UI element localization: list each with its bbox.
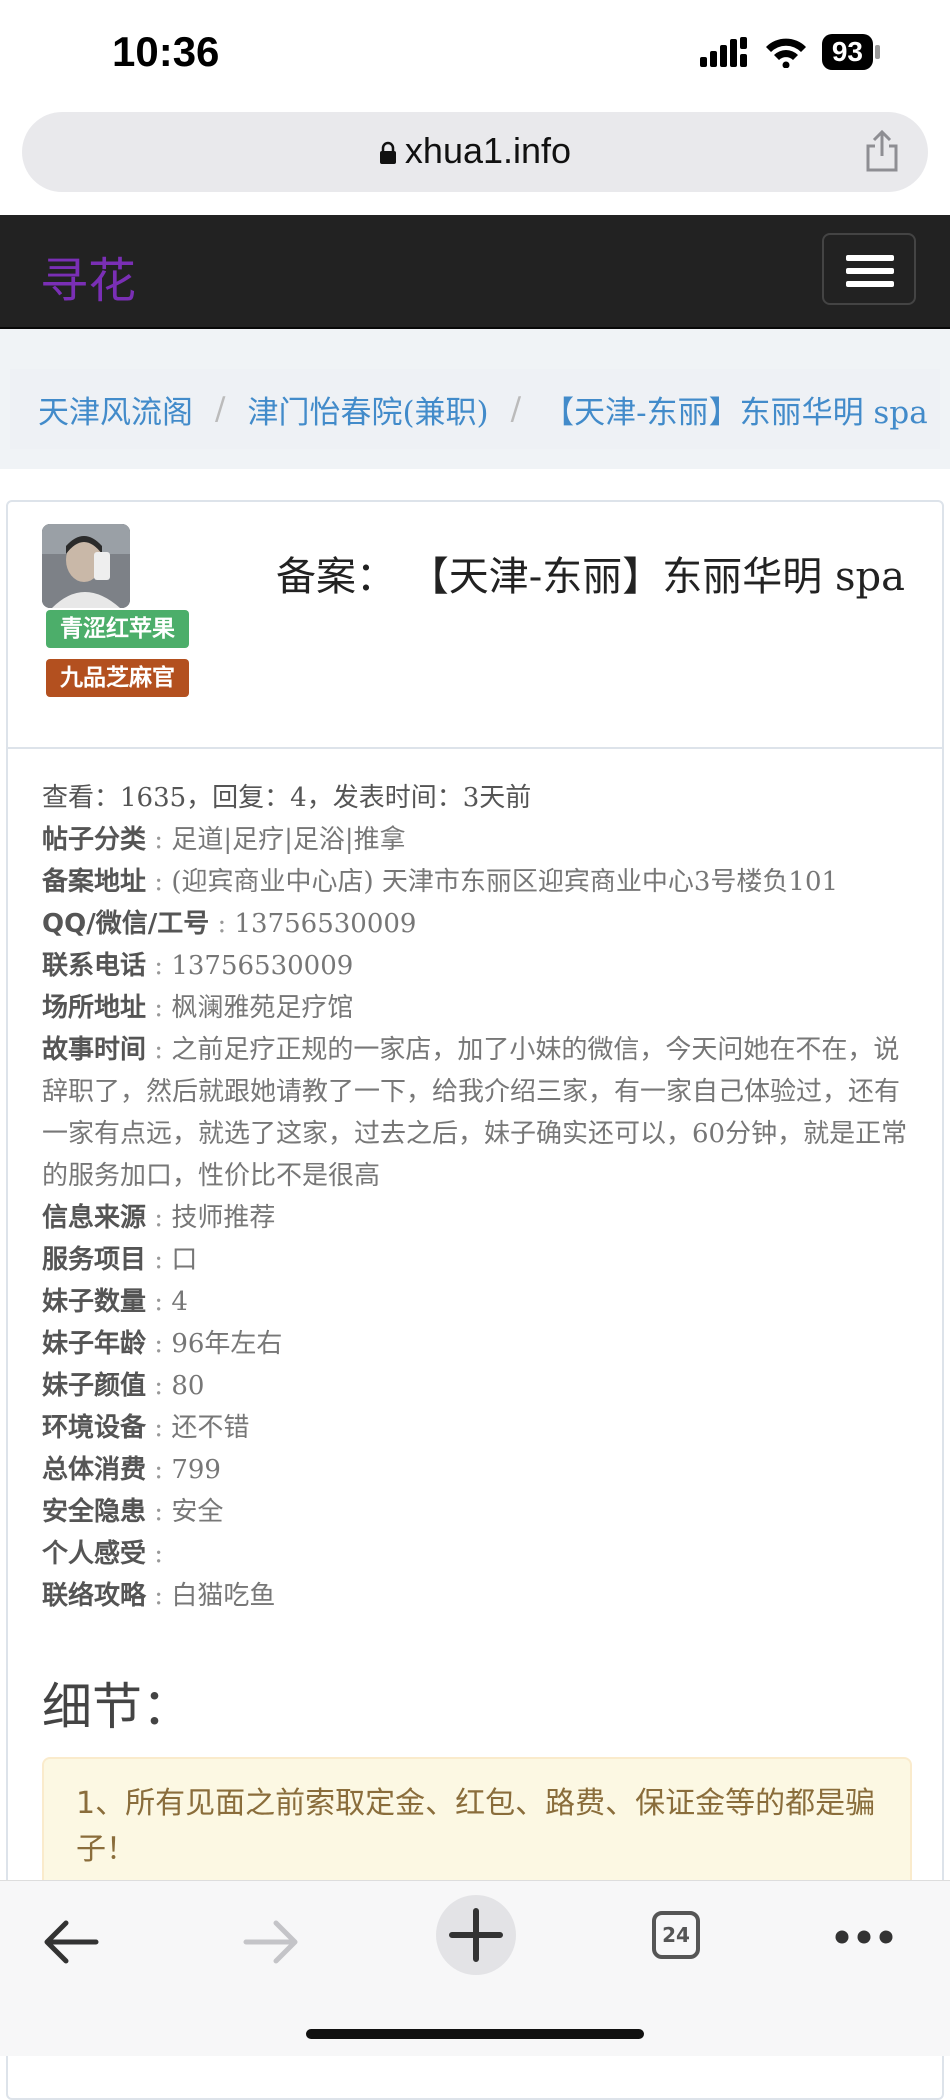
- field-key: 场所地址: [42, 993, 147, 1023]
- wifi-icon: [765, 38, 806, 68]
- field-key: 安全隐患: [42, 1497, 147, 1527]
- breadcrumb-separator: /: [215, 391, 226, 427]
- status-time: 10:36: [112, 28, 220, 75]
- hamburger-icon-bar: [846, 268, 894, 274]
- field-value: 技师推荐: [171, 1203, 276, 1233]
- breadcrumb-separator: /: [510, 391, 522, 427]
- field-value: 足道|足疗|足浴|推拿: [171, 825, 406, 855]
- more-icon[interactable]: [834, 1929, 894, 1945]
- breadcrumb-item-forum[interactable]: 天津风流阁: [38, 387, 193, 432]
- field-row: 备案地址 : (迎宾商业中心店) 天津市东丽区迎宾商业中心3号楼负101: [42, 867, 839, 897]
- battery-icon: [875, 45, 880, 59]
- details-heading: 细节：: [42, 1678, 192, 1736]
- field-row: 联系电话 : 13756530009: [42, 951, 354, 981]
- field-key: 服务项目: [42, 1245, 147, 1275]
- field-value: 96年左右: [171, 1329, 283, 1359]
- field-key: QQ/微信/工号: [42, 909, 210, 939]
- field-key: 备案地址: [42, 867, 147, 897]
- field-row: 场所地址 : 枫澜雅苑足疗馆: [42, 993, 354, 1023]
- field-row: 帖子分类 : 足道|足疗|足浴|推拿: [42, 825, 406, 855]
- hamburger-icon: [846, 255, 894, 261]
- post-card: 青涩红苹果 九品芝麻官 备案： 【天津-东丽】东丽华明 spa 查看：1635，…: [6, 500, 944, 2100]
- field-row: 故事时间 : 之前足疗正规的一家店，加了小妹的微信，今天问她在不在，说辞职了，然…: [42, 1035, 908, 1191]
- plus-icon: [449, 1908, 503, 1962]
- field-row: 妹子年龄 : 96年左右: [42, 1329, 283, 1359]
- post-meta: 查看：1635，回复：4，发表时间：3天前: [42, 783, 532, 813]
- url-display[interactable]: xhua1.info: [22, 130, 928, 172]
- post-title: 备案： 【天津-东丽】东丽华明 spa: [276, 544, 905, 602]
- field-row: 妹子颜值 : 80: [42, 1371, 205, 1401]
- avatar-image: [42, 524, 130, 608]
- site-navbar: 寻花: [0, 215, 950, 329]
- field-key: 个人感受: [42, 1539, 147, 1569]
- status-icons: 93: [699, 34, 880, 70]
- breadcrumb: 天津风流阁 / 津门怡春院(兼职) / 【天津-东丽】东丽华明 spa: [10, 369, 940, 449]
- field-key: 信息来源: [42, 1203, 147, 1233]
- post-title-prefix: 备案：: [276, 554, 396, 600]
- post-header: 青涩红苹果 九品芝麻官 备案： 【天津-东丽】东丽华明 spa: [8, 502, 942, 749]
- site-brand[interactable]: 寻花: [40, 241, 136, 311]
- field-value: 口: [171, 1245, 198, 1275]
- field-value: 枫澜雅苑足疗馆: [171, 993, 354, 1023]
- field-row: 个人感受 :: [42, 1539, 164, 1569]
- field-row: 联络攻略 : 白猫吃鱼: [42, 1581, 276, 1611]
- battery-level: 93: [821, 34, 873, 70]
- field-value: 安全: [171, 1497, 224, 1527]
- field-value: 之前足疗正规的一家店，加了小妹的微信，今天问她在不在，说辞职了，然后就跟她请教了…: [42, 1035, 908, 1191]
- back-arrow-icon[interactable]: [42, 1917, 100, 1967]
- status-bar: 10:36 93: [0, 0, 950, 110]
- signal-icon: [699, 37, 747, 67]
- field-row: 妹子数量 : 4: [42, 1287, 188, 1317]
- field-key: 联系电话: [42, 951, 147, 981]
- field-key: 妹子颜值: [42, 1371, 147, 1401]
- breadcrumb-item-current[interactable]: 【天津-东丽】东丽华明 spa: [543, 387, 928, 432]
- field-key: 环境设备: [42, 1413, 147, 1443]
- avatar[interactable]: [42, 524, 130, 608]
- field-key: 妹子数量: [42, 1287, 147, 1317]
- field-value: 白猫吃鱼: [171, 1581, 276, 1611]
- warning-alert: 1、所有见面之前索取定金、红包、路费、保证金等的都是骗子！: [42, 1757, 912, 1897]
- user-badge-rank: 青涩红苹果: [46, 610, 189, 648]
- field-key: 妹子年龄: [42, 1329, 147, 1359]
- field-key: 帖子分类: [42, 825, 147, 855]
- address-bar[interactable]: xhua1.info: [22, 112, 928, 192]
- field-value: 还不错: [171, 1413, 250, 1443]
- lock-icon: [379, 142, 396, 165]
- breadcrumb-container: 天津风流阁 / 津门怡春院(兼职) / 【天津-东丽】东丽华明 spa: [0, 329, 950, 469]
- field-value: 13756530009: [171, 951, 354, 981]
- forward-arrow-icon[interactable]: [242, 1917, 300, 1967]
- new-tab-button[interactable]: [436, 1895, 516, 1975]
- field-row: 信息来源 : 技师推荐: [42, 1203, 276, 1233]
- field-key: 故事时间: [42, 1035, 147, 1065]
- tabs-button[interactable]: 24: [652, 1911, 700, 1959]
- url-text: xhua1.info: [404, 130, 572, 171]
- share-icon[interactable]: [864, 128, 900, 174]
- post-title-text: 【天津-东丽】东丽华明 spa: [408, 554, 905, 600]
- field-row: 服务项目 : 口: [42, 1245, 198, 1275]
- hamburger-icon-bar: [846, 281, 894, 287]
- breadcrumb-item-board[interactable]: 津门怡春院(兼职): [247, 387, 488, 432]
- field-key: 总体消费: [42, 1455, 147, 1485]
- menu-toggle-button[interactable]: [822, 233, 916, 305]
- field-row: 环境设备 : 还不错: [42, 1413, 250, 1443]
- field-row: 总体消费 : 799: [42, 1455, 221, 1485]
- field-value: (迎宾商业中心店) 天津市东丽区迎宾商业中心3号楼负101: [171, 867, 839, 897]
- field-value: 4: [171, 1287, 188, 1317]
- home-indicator: [306, 2029, 644, 2039]
- browser-toolbar: 24: [0, 1880, 950, 2056]
- field-row: 安全隐患 : 安全: [42, 1497, 224, 1527]
- field-value: 799: [171, 1455, 221, 1485]
- field-key: 联络攻略: [42, 1581, 147, 1611]
- field-row: QQ/微信/工号 : 13756530009: [42, 909, 417, 939]
- user-badge-title: 九品芝麻官: [46, 659, 189, 697]
- post-info: 查看：1635，回复：4，发表时间：3天前 帖子分类 : 足道|足疗|足浴|推拿…: [42, 777, 912, 1617]
- field-value: 80: [171, 1371, 205, 1401]
- field-value: 13756530009: [234, 909, 417, 939]
